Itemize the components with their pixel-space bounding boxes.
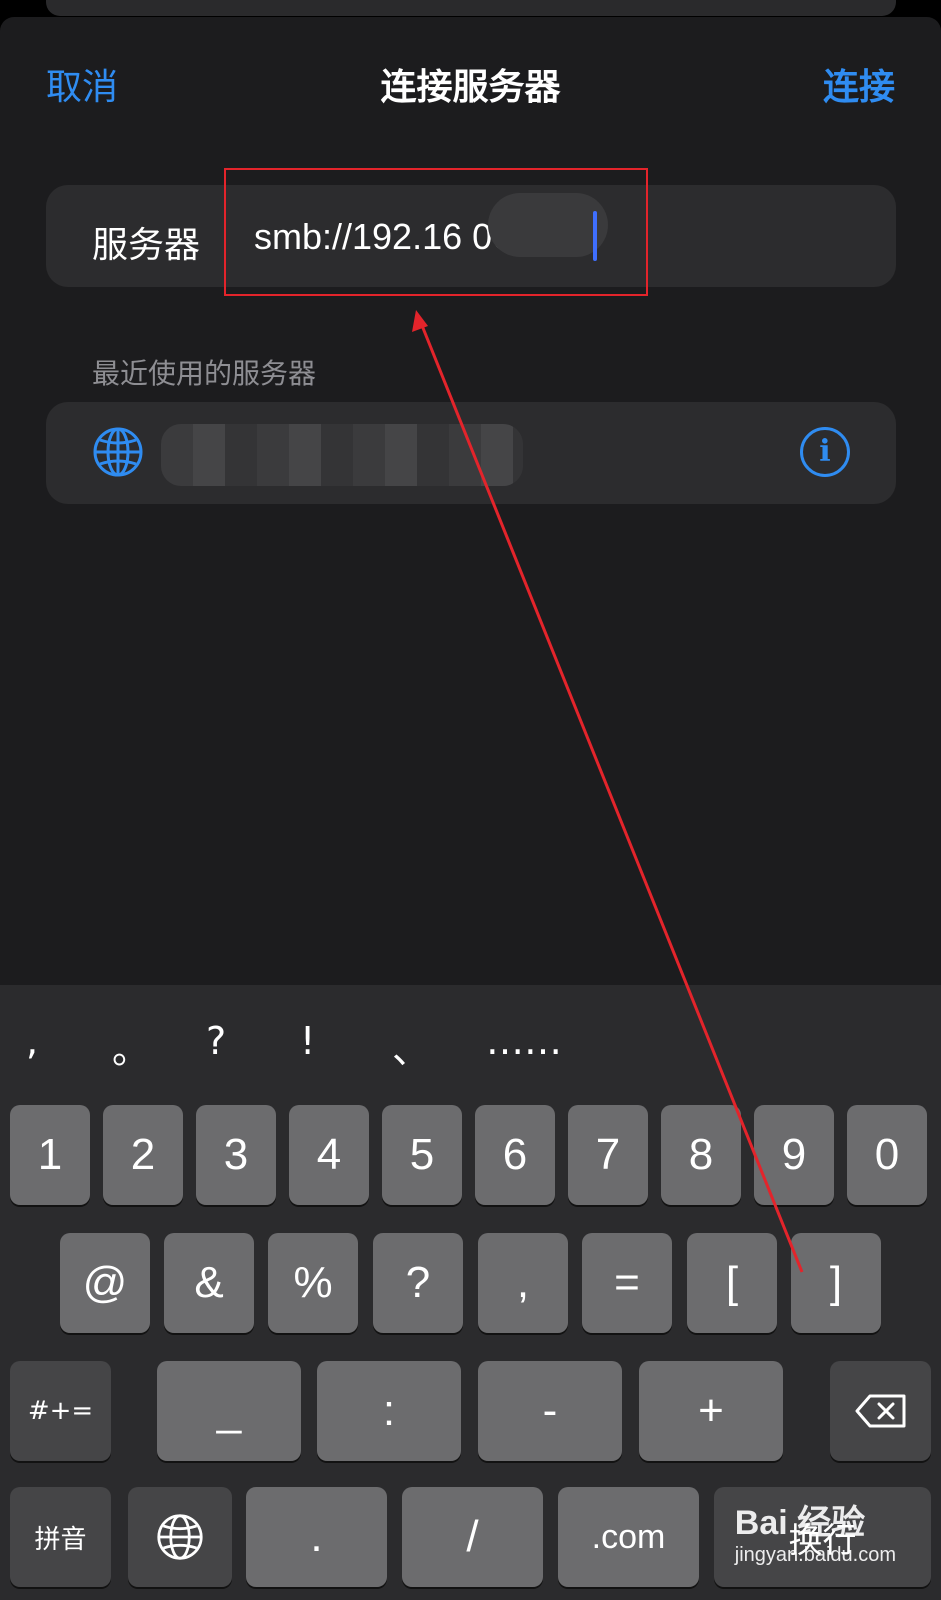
key-2[interactable]: 2 xyxy=(103,1105,183,1205)
key-1[interactable]: 1 xyxy=(10,1105,90,1205)
annotation-highlight-box xyxy=(224,168,648,296)
key-left-bracket[interactable]: [ xyxy=(687,1233,777,1333)
globe-icon xyxy=(93,427,143,477)
recent-server-item[interactable]: i xyxy=(46,402,896,504)
key-pinyin[interactable]: 拼音 xyxy=(10,1487,111,1587)
key-4[interactable]: 4 xyxy=(289,1105,369,1205)
key-6[interactable]: 6 xyxy=(475,1105,555,1205)
backspace-icon xyxy=(855,1394,905,1428)
redacted-server-address xyxy=(161,424,523,486)
key-dotcom[interactable]: .com xyxy=(558,1487,699,1587)
server-label: 服务器 xyxy=(92,225,201,266)
key-underscore[interactable]: _ xyxy=(157,1361,301,1461)
suggestion-bar: , 。 ? ! 、 …… xyxy=(0,985,941,1100)
info-icon[interactable]: i xyxy=(800,427,850,477)
connect-server-sheet xyxy=(0,17,941,1017)
recent-servers-label: 最近使用的服务器 xyxy=(92,357,317,390)
key-8[interactable]: 8 xyxy=(661,1105,741,1205)
key-7[interactable]: 7 xyxy=(568,1105,648,1205)
key-delete[interactable] xyxy=(830,1361,931,1461)
key-slash[interactable]: / xyxy=(402,1487,543,1587)
suggestion-period[interactable]: 。 xyxy=(112,1019,150,1074)
suggestion-exclaim[interactable]: ! xyxy=(300,1019,315,1063)
connect-button[interactable]: 连接 xyxy=(823,58,895,110)
key-question[interactable]: ? xyxy=(373,1233,463,1333)
baidu-watermark: Bai 经验 jingyan.baidu.com xyxy=(735,1495,896,1567)
key-0[interactable]: 0 xyxy=(847,1105,927,1205)
key-colon[interactable]: : xyxy=(317,1361,461,1461)
key-dot[interactable]: . xyxy=(246,1487,387,1587)
key-globe[interactable] xyxy=(128,1487,232,1587)
key-ampersand[interactable]: & xyxy=(164,1233,254,1333)
globe-icon xyxy=(157,1514,203,1560)
key-5[interactable]: 5 xyxy=(382,1105,462,1205)
suggestion-comma[interactable]: , xyxy=(26,1019,38,1063)
suggestion-ellipsis[interactable]: …… xyxy=(486,1019,562,1063)
watermark-url: jingyan.baidu.com xyxy=(734,1544,896,1566)
key-plus[interactable]: + xyxy=(639,1361,783,1461)
key-comma[interactable]: , xyxy=(478,1233,568,1333)
key-9[interactable]: 9 xyxy=(754,1105,834,1205)
key-equals[interactable]: = xyxy=(582,1233,672,1333)
key-3[interactable]: 3 xyxy=(196,1105,276,1205)
key-right-bracket[interactable]: ] xyxy=(791,1233,881,1333)
key-minus[interactable]: - xyxy=(478,1361,622,1461)
background-sheet xyxy=(46,0,896,16)
key-percent[interactable]: % xyxy=(268,1233,358,1333)
page-title: 连接服务器 xyxy=(380,67,561,108)
suggestion-question[interactable]: ? xyxy=(206,1019,226,1063)
suggestion-enum-comma[interactable]: 、 xyxy=(392,1019,430,1074)
key-symbols-shift[interactable]: #+= xyxy=(10,1361,111,1461)
key-at[interactable]: @ xyxy=(60,1233,150,1333)
watermark-brand: Bai 经验 xyxy=(734,1504,866,1542)
